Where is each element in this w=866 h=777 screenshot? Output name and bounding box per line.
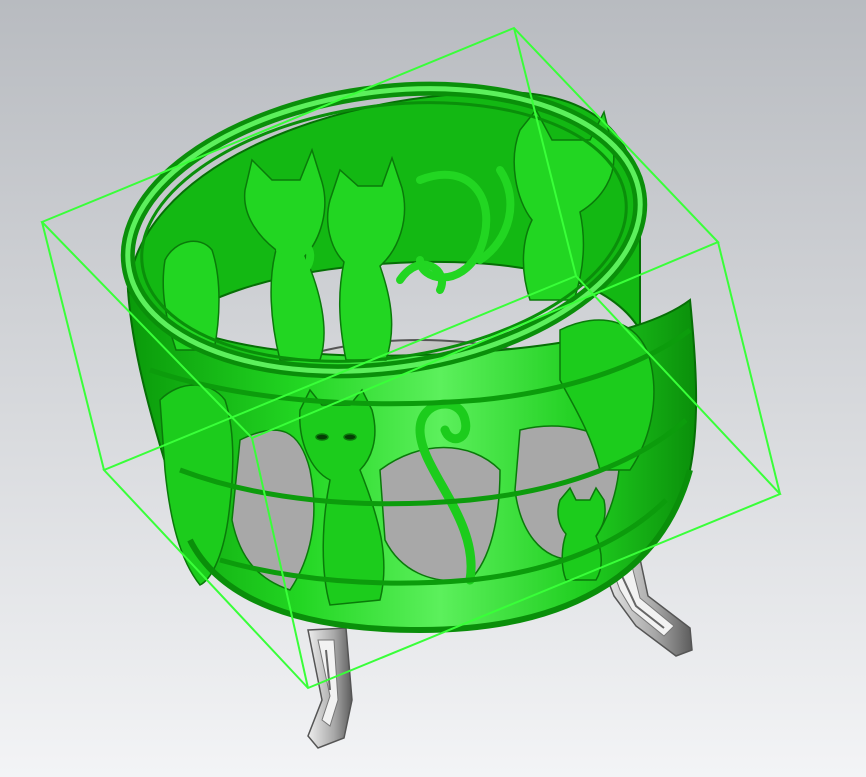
model-canvas bbox=[0, 0, 866, 777]
cad-viewport[interactable] bbox=[0, 0, 866, 777]
front-cat-right bbox=[557, 486, 606, 581]
